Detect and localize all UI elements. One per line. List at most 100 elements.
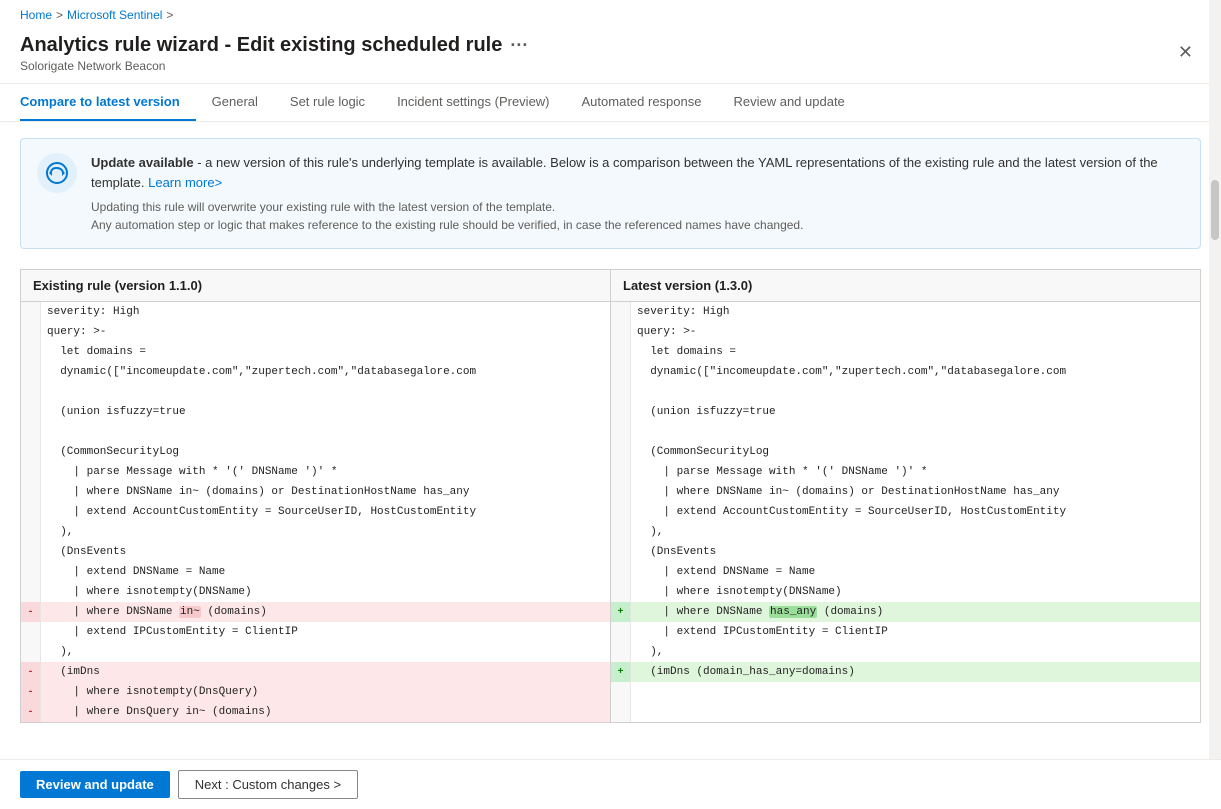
footer: Review and update Next : Custom changes … <box>0 759 1221 809</box>
code-line <box>611 382 1200 402</box>
line-gutter <box>611 362 631 382</box>
code-line: | parse Message with * '(' DNSName ')' * <box>611 462 1200 482</box>
line-gutter <box>611 442 631 462</box>
banner-subtext-line2: Any automation step or logic that makes … <box>91 218 803 232</box>
line-gutter <box>611 602 631 622</box>
banner-main-text: Update available - a new version of this… <box>91 153 1184 192</box>
existing-rule-code[interactable]: severity: Highquery: >- let domains = dy… <box>21 302 610 722</box>
code-line: ), <box>611 522 1200 542</box>
line-content: (CommonSecurityLog <box>631 442 1200 462</box>
code-line: | where DNSName has_any (domains) <box>611 602 1200 622</box>
line-content: query: >- <box>41 322 610 342</box>
line-content: (union isfuzzy=true <box>631 402 1200 422</box>
review-update-button[interactable]: Review and update <box>20 771 170 798</box>
line-content: | where DNSName in~ (domains) or Destina… <box>631 482 1200 502</box>
more-options-icon[interactable]: ··· <box>510 35 528 56</box>
code-line: ), <box>611 642 1200 662</box>
line-gutter <box>21 422 41 442</box>
vertical-scrollbar[interactable] <box>1209 0 1221 760</box>
banner-text: Update available - a new version of this… <box>91 153 1184 234</box>
code-line: | where isnotempty(DnsQuery) <box>21 682 610 702</box>
next-custom-changes-button[interactable]: Next : Custom changes > <box>178 770 358 799</box>
line-content: | where DnsQuery in~ (domains) <box>41 702 610 722</box>
close-button[interactable]: ✕ <box>1170 34 1201 71</box>
code-line: dynamic(["incomeupdate.com","zupertech.c… <box>21 362 610 382</box>
line-content: let domains = <box>41 342 610 362</box>
line-content: | where DNSName in~ (domains) or Destina… <box>41 482 610 502</box>
line-content: | parse Message with * '(' DNSName ')' * <box>41 462 610 482</box>
code-line: | where isnotempty(DNSName) <box>21 582 610 602</box>
line-content: | where isnotempty(DNSName) <box>41 582 610 602</box>
line-gutter <box>21 322 41 342</box>
banner-icon-wrap <box>37 153 77 193</box>
line-gutter <box>21 302 41 322</box>
latest-version-code[interactable]: severity: Highquery: >- let domains = dy… <box>611 302 1200 722</box>
code-line: let domains = <box>21 342 610 362</box>
breadcrumb-sep1: > <box>56 8 63 22</box>
content-area: Update available - a new version of this… <box>0 122 1221 761</box>
line-gutter <box>611 322 631 342</box>
code-line: (CommonSecurityLog <box>611 442 1200 462</box>
tab-compare[interactable]: Compare to latest version <box>20 84 196 121</box>
code-line: dynamic(["incomeupdate.com","zupertech.c… <box>611 362 1200 382</box>
code-line: | extend IPCustomEntity = ClientIP <box>611 622 1200 642</box>
existing-rule-panel: Existing rule (version 1.1.0) severity: … <box>20 269 610 723</box>
code-line: (DnsEvents <box>611 542 1200 562</box>
line-gutter <box>611 502 631 522</box>
tab-automated[interactable]: Automated response <box>566 84 718 121</box>
banner-subtext-line1: Updating this rule will overwrite your e… <box>91 200 555 214</box>
tab-general[interactable]: General <box>196 84 274 121</box>
line-content: (imDns <box>41 662 610 682</box>
learn-more-link[interactable]: Learn more> <box>148 175 222 190</box>
line-content: ), <box>631 642 1200 662</box>
line-content <box>41 382 610 402</box>
tab-incident[interactable]: Incident settings (Preview) <box>381 84 565 121</box>
line-content <box>631 382 1200 402</box>
line-gutter <box>21 482 41 502</box>
line-content: ), <box>631 522 1200 542</box>
code-line: | extend DNSName = Name <box>611 562 1200 582</box>
tab-bar: Compare to latest version General Set ru… <box>0 84 1221 122</box>
line-gutter <box>21 442 41 462</box>
line-content: | where DNSName in~ (domains) <box>41 602 610 622</box>
code-line: (DnsEvents <box>21 542 610 562</box>
line-content: | where DNSName has_any (domains) <box>631 602 1200 622</box>
line-gutter <box>611 542 631 562</box>
line-content: (DnsEvents <box>631 542 1200 562</box>
line-gutter <box>21 682 41 702</box>
code-line: ), <box>21 522 610 542</box>
line-gutter <box>21 382 41 402</box>
line-content: (imDns (domain_has_any=domains) <box>631 662 1200 682</box>
tab-setrulelogic[interactable]: Set rule logic <box>274 84 381 121</box>
line-gutter <box>21 562 41 582</box>
line-content: ), <box>41 522 610 542</box>
line-content: | extend IPCustomEntity = ClientIP <box>41 622 610 642</box>
line-content: severity: High <box>631 302 1200 322</box>
code-line: | where isnotempty(DNSName) <box>611 582 1200 602</box>
breadcrumb-sentinel[interactable]: Microsoft Sentinel <box>67 8 162 22</box>
latest-version-header: Latest version (1.3.0) <box>611 270 1200 302</box>
code-line <box>611 682 1200 702</box>
scrollbar-thumb <box>1211 180 1219 240</box>
banner-subtext: Updating this rule will overwrite your e… <box>91 198 1184 234</box>
line-gutter <box>611 382 631 402</box>
tab-review[interactable]: Review and update <box>717 84 860 121</box>
line-gutter <box>611 402 631 422</box>
dialog-header: Analytics rule wizard - Edit existing sc… <box>0 30 1221 84</box>
code-line: | where DNSName in~ (domains) or Destina… <box>21 482 610 502</box>
code-line <box>21 382 610 402</box>
banner-bold: Update available <box>91 155 194 170</box>
line-gutter <box>611 462 631 482</box>
line-gutter <box>611 582 631 602</box>
line-gutter <box>21 342 41 362</box>
dialog-subtitle: Solorigate Network Beacon <box>20 59 1170 83</box>
line-content: dynamic(["incomeupdate.com","zupertech.c… <box>41 362 610 382</box>
code-line: query: >- <box>611 322 1200 342</box>
line-gutter <box>611 682 631 702</box>
breadcrumb-home[interactable]: Home <box>20 8 52 22</box>
update-icon <box>37 153 77 193</box>
line-content: let domains = <box>631 342 1200 362</box>
line-content: (CommonSecurityLog <box>41 442 610 462</box>
line-gutter <box>21 522 41 542</box>
line-gutter <box>21 622 41 642</box>
